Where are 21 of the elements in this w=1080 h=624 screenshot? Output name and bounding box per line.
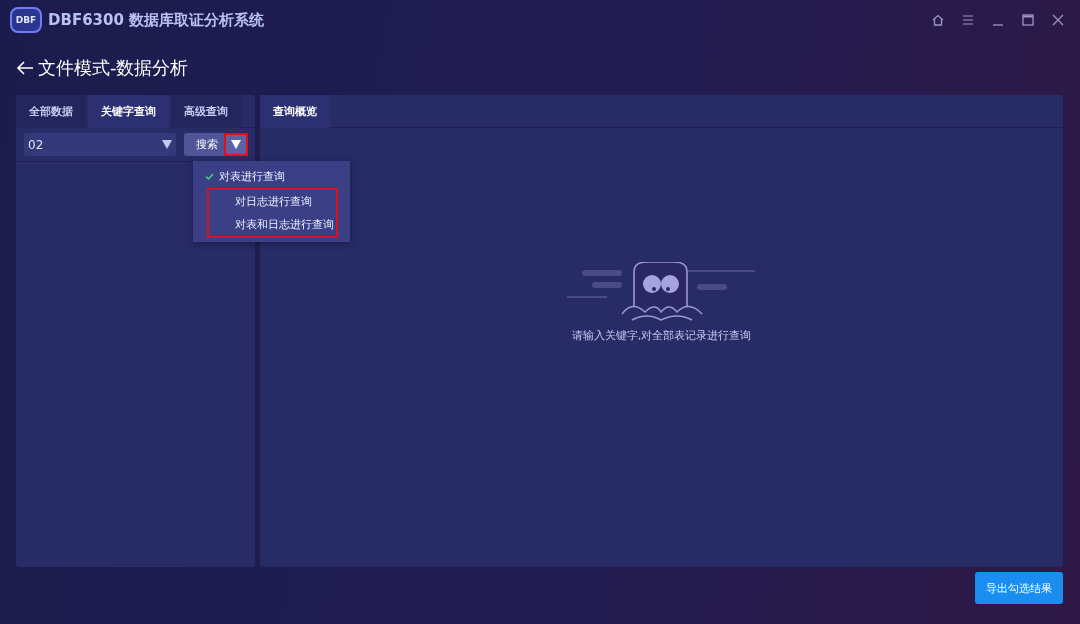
keyword-field[interactable]: 02	[24, 133, 176, 156]
home-icon[interactable]	[930, 12, 946, 28]
check-icon	[205, 173, 214, 180]
tab[interactable]: 关键字查询	[88, 95, 169, 128]
close-icon[interactable]	[1050, 12, 1066, 28]
dropdown-button[interactable]	[224, 133, 248, 156]
page-title: 文件模式-数据分析	[38, 55, 189, 80]
caret-icon	[231, 140, 241, 149]
tab[interactable]: 查询概览	[260, 95, 330, 128]
caret-icon	[162, 140, 172, 149]
menu-item[interactable]: 对表进行查询	[193, 165, 350, 188]
menu-item[interactable]: 对表和日志进行查询	[209, 213, 336, 236]
menu-icon[interactable]	[960, 12, 976, 28]
menu-item[interactable]: 对日志进行查询	[209, 190, 336, 213]
empty-message: 请输入关键字,对全部表记录进行查询	[571, 328, 752, 343]
tab[interactable]: 全部数据	[16, 95, 86, 128]
maximize-icon[interactable]	[1020, 12, 1036, 28]
tab[interactable]: 高级查询	[171, 95, 241, 128]
app-title: DBF6300 数据库取证分析系统	[48, 10, 265, 30]
app-logo: DBF	[10, 7, 42, 33]
back-arrow-icon[interactable]	[16, 59, 34, 76]
